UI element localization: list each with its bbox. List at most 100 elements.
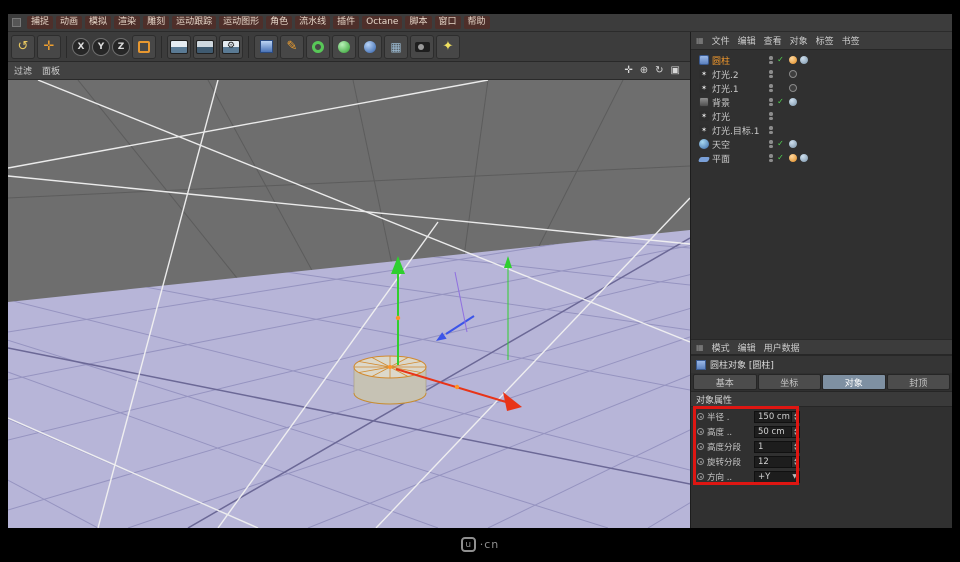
object-row-background[interactable]: 背景 ✓ xyxy=(691,95,831,109)
array-icon[interactable]: ▦ xyxy=(384,34,408,59)
keyframe-dot[interactable] xyxy=(697,413,704,420)
tab-basic[interactable]: 基本 xyxy=(693,374,757,390)
move-tool-icon[interactable]: ✛ xyxy=(37,34,61,59)
am-menu-edit[interactable]: 编辑 xyxy=(738,341,756,354)
om-menu-file[interactable]: 文件 xyxy=(712,34,730,47)
menu-item[interactable]: 运动图形 xyxy=(219,16,264,29)
viewport-menu-filter[interactable]: 过滤 xyxy=(14,64,32,77)
object-row-plane[interactable]: 平面 ✓ xyxy=(691,151,831,165)
render-view-icon[interactable] xyxy=(167,34,191,59)
coordinate-system-icon[interactable] xyxy=(132,34,156,59)
height-segments-input[interactable]: 1 ▴ ▾ xyxy=(754,440,800,453)
om-menu-view[interactable]: 查看 xyxy=(764,34,782,47)
object-row-light1[interactable]: ✶ 灯光.1 xyxy=(691,81,831,95)
enabled-check-icon[interactable]: ✓ xyxy=(776,98,786,106)
keyframe-dot[interactable] xyxy=(697,458,704,465)
tab-coordinates[interactable]: 坐标 xyxy=(757,374,821,390)
menu-item[interactable]: 窗口 xyxy=(434,16,461,29)
object-name[interactable]: 平面 xyxy=(712,152,764,165)
phong-tag-icon[interactable] xyxy=(788,154,797,162)
cylinder-object[interactable] xyxy=(353,355,427,405)
object-name[interactable]: 灯光.2 xyxy=(712,68,764,81)
object-row-light-target[interactable]: ✶ 灯光.目标.1 xyxy=(691,123,831,137)
generator-icon[interactable] xyxy=(332,34,356,59)
menu-item[interactable]: 脚本 xyxy=(405,16,432,29)
object-name[interactable]: 圆柱 xyxy=(712,54,764,67)
om-menu-edit[interactable]: 编辑 xyxy=(738,34,756,47)
pen-tool-icon[interactable]: ✎ xyxy=(280,34,304,59)
keyframe-dot[interactable] xyxy=(697,428,704,435)
object-name[interactable]: 天空 xyxy=(712,138,764,151)
phong-tag-icon[interactable] xyxy=(788,56,797,64)
render-region-icon[interactable] xyxy=(193,34,217,59)
volume-icon[interactable] xyxy=(358,34,382,59)
om-menu-bookmark[interactable]: 书签 xyxy=(842,34,860,47)
visibility-dots[interactable] xyxy=(769,140,773,148)
am-menu-userdata[interactable]: 用户数据 xyxy=(764,341,800,354)
orientation-dropdown[interactable]: +Y ▼ xyxy=(754,470,800,483)
menu-item[interactable]: 流水线 xyxy=(295,16,331,29)
om-menu-object[interactable]: 对象 xyxy=(790,34,808,47)
object-properties-header[interactable]: 对象属性 xyxy=(691,391,952,407)
y-lock-button[interactable]: Y xyxy=(92,37,110,56)
object-name[interactable]: 灯光 xyxy=(712,110,764,123)
menu-item[interactable]: 捕捉 xyxy=(27,16,54,29)
rotation-segments-input[interactable]: 12 ▴ ▾ xyxy=(754,455,800,468)
tab-object[interactable]: 对象 xyxy=(822,374,886,390)
object-row-cylinder[interactable]: 圆柱 ✓ xyxy=(691,53,831,67)
keyframe-dot[interactable] xyxy=(697,473,704,480)
maximize-view-icon[interactable]: ▣ xyxy=(671,65,680,76)
panel-menu-icon[interactable]: ▦ xyxy=(696,343,704,352)
object-name[interactable]: 灯光.目标.1 xyxy=(712,124,764,137)
stepper-control[interactable]: ▴ ▾ xyxy=(791,426,799,437)
visibility-dots[interactable] xyxy=(769,56,773,64)
render-settings-icon[interactable]: ⚙ xyxy=(219,34,243,59)
viewport-canvas[interactable] xyxy=(8,80,690,528)
stepper-control[interactable]: ▴ ▾ xyxy=(791,456,799,467)
menu-item[interactable]: Octane xyxy=(362,16,403,29)
z-lock-button[interactable]: Z xyxy=(112,37,130,56)
camera-icon[interactable] xyxy=(410,34,434,59)
menu-item[interactable]: 模拟 xyxy=(85,16,112,29)
visibility-dots[interactable] xyxy=(769,154,773,162)
menu-item[interactable]: 动画 xyxy=(56,16,83,29)
om-menu-tag[interactable]: 标签 xyxy=(816,34,834,47)
visibility-dots[interactable] xyxy=(769,98,773,106)
stepper-control[interactable]: ▴ ▾ xyxy=(791,441,799,452)
menu-item[interactable]: 雕刻 xyxy=(143,16,170,29)
spline-tool-icon[interactable] xyxy=(306,34,330,59)
menu-item[interactable]: 帮助 xyxy=(463,16,490,29)
compositing-tag-icon[interactable] xyxy=(799,56,808,64)
target-tag-icon[interactable] xyxy=(788,84,797,92)
visibility-dots[interactable] xyxy=(769,126,773,134)
viewport-menu-panel[interactable]: 面板 xyxy=(42,64,60,77)
undo-icon[interactable]: ↺ xyxy=(11,34,35,59)
enabled-check-icon[interactable]: ✓ xyxy=(776,154,786,162)
radius-input[interactable]: 150 cm ▴ ▾ xyxy=(754,410,800,423)
enabled-check-icon[interactable]: ✓ xyxy=(776,56,786,64)
light-icon[interactable]: ✦ xyxy=(436,34,460,59)
object-name[interactable]: 灯光.1 xyxy=(712,82,764,95)
object-name[interactable]: 背景 xyxy=(712,96,764,109)
stepper-control[interactable]: ▴ ▾ xyxy=(791,411,799,422)
object-row-light2[interactable]: ✶ 灯光.2 xyxy=(691,67,831,81)
compositing-tag-icon[interactable] xyxy=(788,140,797,148)
menu-item[interactable]: 运动跟踪 xyxy=(172,16,217,29)
target-tag-icon[interactable] xyxy=(788,70,797,78)
visibility-dots[interactable] xyxy=(769,112,773,120)
keyframe-dot[interactable] xyxy=(697,443,704,450)
am-menu-mode[interactable]: 模式 xyxy=(712,341,730,354)
menu-item[interactable]: 插件 xyxy=(333,16,360,29)
panel-menu-icon[interactable]: ▦ xyxy=(696,36,704,45)
visibility-dots[interactable] xyxy=(769,70,773,78)
compositing-tag-icon[interactable] xyxy=(788,98,797,106)
menu-item[interactable]: 渲染 xyxy=(114,16,141,29)
visibility-dots[interactable] xyxy=(769,84,773,92)
compositing-tag-icon[interactable] xyxy=(799,154,808,162)
object-row-light[interactable]: ✶ 灯光 xyxy=(691,109,831,123)
enabled-check-icon[interactable]: ✓ xyxy=(776,140,786,148)
rotate-view-icon[interactable]: ↻ xyxy=(655,65,663,76)
height-input[interactable]: 50 cm ▴ ▾ xyxy=(754,425,800,438)
primitive-cube-icon[interactable] xyxy=(254,34,278,59)
tab-caps[interactable]: 封顶 xyxy=(886,374,950,390)
